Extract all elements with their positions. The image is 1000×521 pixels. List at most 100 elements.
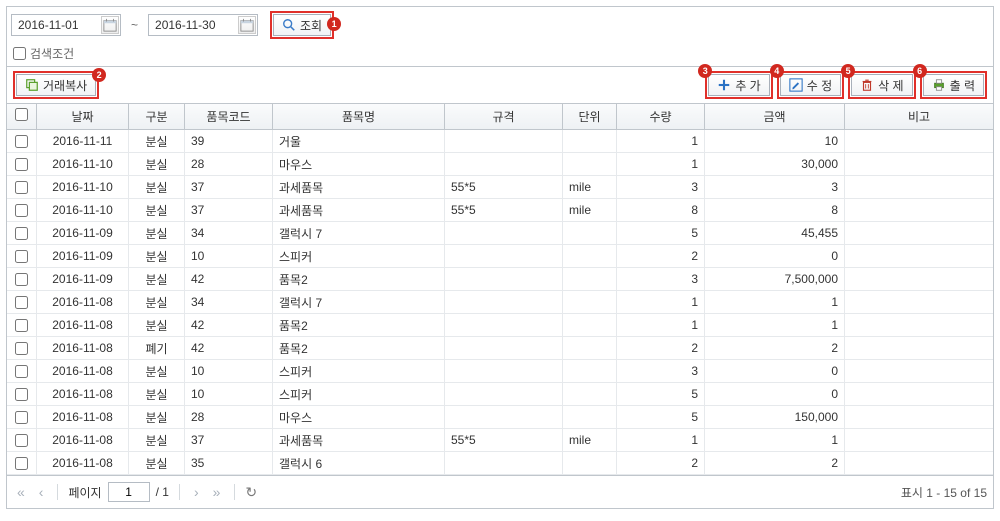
data-grid: 날짜 구분 품목코드 품목명 규격 단위 수량 금액 비고 2016-11-11… [7,103,993,475]
cell-amt: 2 [705,337,845,359]
row-checkbox[interactable] [15,181,28,194]
cell-spec [445,222,563,244]
cell-unit [563,452,617,474]
cell-spec [445,314,563,336]
cell-note [845,153,993,175]
cell-spec: 55*5 [445,199,563,221]
table-row[interactable]: 2016-11-08분실37과세품목55*5mile11 [7,429,993,452]
cell-unit [563,268,617,290]
search-condition-checkbox[interactable] [13,47,26,60]
delete-button[interactable]: 삭 제 [851,74,912,96]
cell-code: 37 [185,199,273,221]
table-row[interactable]: 2016-11-08분실10스피커30 [7,360,993,383]
cell-name: 거울 [273,130,445,152]
cell-amt: 1 [705,314,845,336]
cell-spec [445,360,563,382]
copy-transaction-button[interactable]: 거래복사 [16,74,96,96]
header-spec[interactable]: 규격 [445,104,563,129]
table-row[interactable]: 2016-11-08분실10스피커50 [7,383,993,406]
cell-note [845,130,993,152]
table-row[interactable]: 2016-11-10분실28마우스130,000 [7,153,993,176]
table-row[interactable]: 2016-11-08분실42품목211 [7,314,993,337]
cell-amt: 3 [705,176,845,198]
cell-name: 스피커 [273,245,445,267]
header-amt[interactable]: 금액 [705,104,845,129]
calendar-icon[interactable] [101,16,119,34]
cell-name: 마우스 [273,153,445,175]
row-checkbox[interactable] [15,273,28,286]
cell-unit [563,314,617,336]
last-page-button[interactable]: » [209,484,225,500]
table-row[interactable]: 2016-11-08폐기42품목222 [7,337,993,360]
print-button[interactable]: 출 력 [923,74,984,96]
row-checkbox[interactable] [15,457,28,470]
cell-note [845,452,993,474]
header-code[interactable]: 품목코드 [185,104,273,129]
cell-code: 10 [185,245,273,267]
search-condition-row: 검색조건 [7,43,993,66]
callout-badge-6: 6 [913,64,927,78]
row-checkbox[interactable] [15,227,28,240]
calendar-icon[interactable] [238,16,256,34]
cell-qty: 2 [617,452,705,474]
table-row[interactable]: 2016-11-08분실28마우스5150,000 [7,406,993,429]
row-checkbox[interactable] [15,434,28,447]
cell-note [845,245,993,267]
prev-page-button[interactable]: ‹ [35,484,48,500]
header-name[interactable]: 품목명 [273,104,445,129]
print-button-label: 출 력 [950,77,975,94]
header-qty[interactable]: 수량 [617,104,705,129]
search-button[interactable]: 조회 [273,14,331,36]
header-gubun[interactable]: 구분 [129,104,185,129]
cell-unit: mile [563,199,617,221]
header-note[interactable]: 비고 [845,104,993,129]
cell-gubun: 분실 [129,314,185,336]
add-button[interactable]: 추 가 [708,74,769,96]
edit-button[interactable]: 수 정 [780,74,841,96]
cell-gubun: 분실 [129,383,185,405]
row-checkbox[interactable] [15,388,28,401]
cell-name: 마우스 [273,406,445,428]
cell-amt: 0 [705,383,845,405]
cell-gubun: 분실 [129,130,185,152]
cell-spec [445,337,563,359]
header-unit[interactable]: 단위 [563,104,617,129]
row-checkbox[interactable] [15,411,28,424]
cell-name: 과세품목 [273,199,445,221]
table-row[interactable]: 2016-11-09분실42품목237,500,000 [7,268,993,291]
select-all-checkbox[interactable] [15,108,28,121]
cell-unit [563,406,617,428]
table-row[interactable]: 2016-11-10분실37과세품목55*5mile88 [7,199,993,222]
row-checkbox[interactable] [15,135,28,148]
cell-code: 34 [185,291,273,313]
edit-button-label: 수 정 [807,77,832,94]
filter-bar: ~ 조회 1 [7,7,993,43]
plus-icon [717,78,731,92]
page-input[interactable] [108,482,150,502]
cell-name: 스피커 [273,360,445,382]
row-checkbox[interactable] [15,250,28,263]
row-checkbox[interactable] [15,365,28,378]
table-row[interactable]: 2016-11-10분실37과세품목55*5mile33 [7,176,993,199]
header-date[interactable]: 날짜 [37,104,129,129]
table-row[interactable]: 2016-11-11분실39거울110 [7,130,993,153]
row-checkbox[interactable] [15,342,28,355]
row-checkbox[interactable] [15,204,28,217]
cell-code: 10 [185,383,273,405]
row-checkbox[interactable] [15,296,28,309]
table-row[interactable]: 2016-11-08분실35갤럭시 622 [7,452,993,475]
first-page-button[interactable]: « [13,484,29,500]
table-row[interactable]: 2016-11-09분실34갤럭시 7545,455 [7,222,993,245]
cell-date: 2016-11-11 [37,130,129,152]
table-row[interactable]: 2016-11-08분실34갤럭시 711 [7,291,993,314]
cell-qty: 1 [617,153,705,175]
printer-icon [932,78,946,92]
next-page-button[interactable]: › [190,484,203,500]
cell-date: 2016-11-08 [37,291,129,313]
row-checkbox[interactable] [15,319,28,332]
refresh-icon[interactable]: ↻ [245,484,257,501]
cell-note [845,314,993,336]
table-row[interactable]: 2016-11-09분실10스피커20 [7,245,993,268]
cell-code: 35 [185,452,273,474]
row-checkbox[interactable] [15,158,28,171]
